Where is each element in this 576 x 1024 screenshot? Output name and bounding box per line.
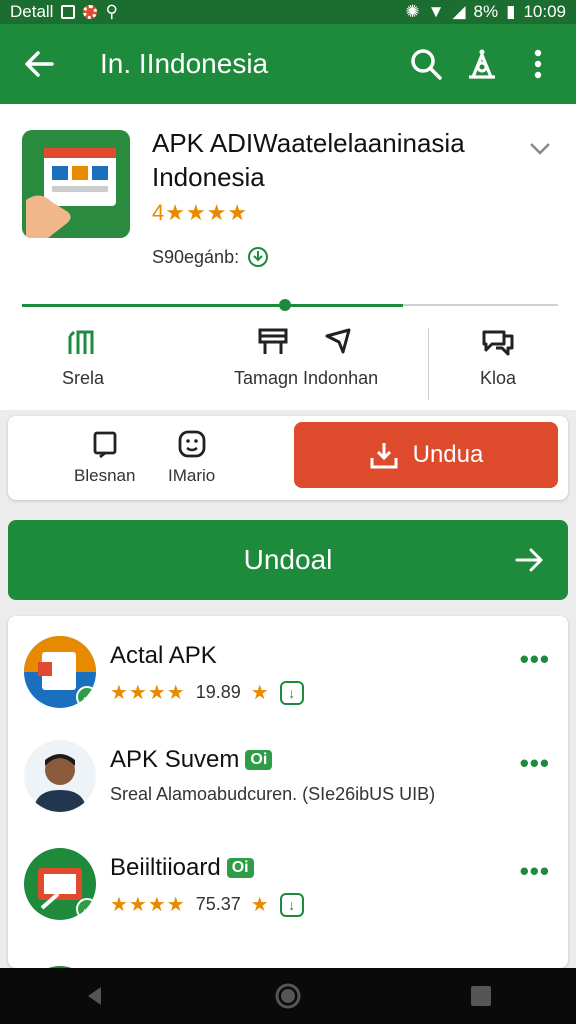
app-bar: In. IIndonesia: [0, 24, 576, 104]
signal-icon: ◢: [452, 2, 466, 21]
overflow-menu-button[interactable]: [514, 40, 562, 88]
list-item[interactable]: [8, 946, 568, 968]
half-star-icon: ★: [250, 894, 270, 916]
status-bar: Detall ⚲ ✺ ▼ ◢ 8% ▮ 10:09: [0, 0, 576, 24]
profile-icon: [178, 430, 206, 458]
wifi-icon: ▼: [427, 2, 445, 21]
list-item-score: 19.89: [195, 682, 241, 702]
download-icon[interactable]: ↓: [279, 680, 304, 705]
clock: 10:09: [523, 2, 566, 21]
back-nav-icon[interactable]: [83, 984, 107, 1008]
download-icon: [370, 443, 398, 469]
brightness-icon: ✺: [405, 2, 420, 21]
bookmark-label: Blesnan: [74, 466, 136, 485]
app-icon: [22, 130, 130, 238]
list-item[interactable]: ✓ Actal APK ★★★★ 19.89 ★ ↓ •••: [8, 616, 568, 716]
recents-nav-icon[interactable]: [469, 984, 493, 1008]
settings-notification-icon: [83, 5, 98, 19]
arrow-right-icon: [515, 548, 543, 572]
battery-level: 8%: [473, 2, 499, 21]
app-name: APK ADIWaatelelaaninasia Indonesia: [152, 128, 465, 192]
download-circle-icon: [248, 247, 269, 267]
list-item[interactable]: ✓ Beiiltiioard Oi ★★★★ 75.37 ★ ↓ •••: [8, 828, 568, 928]
search-icon: [411, 49, 442, 80]
list-item-name: Beiiltiioard: [110, 854, 221, 881]
primary-download-button[interactable]: Undoal: [8, 520, 568, 600]
list-item-badge: Oi: [226, 858, 254, 878]
verified-icon: ✓: [76, 898, 96, 920]
actions-card: Blesnan IMario Undua: [8, 416, 568, 500]
app-size: S90egánb:: [152, 246, 269, 268]
stat-downloads-label: Tamagn Indonhan: [234, 368, 379, 388]
list-item-title: Beiiltiioard Oi: [110, 854, 254, 882]
profile-label: IMario: [168, 466, 216, 485]
download-icon[interactable]: ↓: [279, 892, 304, 917]
more-options-icon[interactable]: •••: [520, 748, 550, 779]
app-details-card: APK ADIWaatelelaaninasia Indonesia 4★★★★…: [0, 104, 576, 410]
profile-button[interactable]: IMario: [168, 430, 215, 486]
more-vert-icon: [534, 49, 542, 79]
progress-fill: [22, 304, 403, 307]
stat-class[interactable]: Kloa: [480, 326, 516, 389]
flag-icon: [258, 328, 288, 354]
rating-stars: ★★★★: [165, 200, 249, 225]
stat-category-label: Srela: [62, 368, 105, 388]
list-item-name: APK Suvem: [110, 746, 240, 773]
back-arrow-icon: [25, 51, 54, 77]
bookmark-button[interactable]: Blesnan: [74, 430, 135, 486]
list-item-title: Actal APK: [110, 642, 217, 670]
app-avatar: ✓: [24, 848, 96, 920]
back-button[interactable]: [14, 39, 64, 89]
stat-class-label: Kloa: [480, 368, 517, 388]
stat-category[interactable]: Srela: [62, 326, 104, 389]
list-item-meta: ★★★★ 19.89 ★ ↓: [110, 680, 304, 705]
app-avatar: ✓: [24, 636, 96, 708]
system-nav-bar: [0, 968, 576, 1024]
category-icon: [68, 330, 94, 354]
carrier-label: Detall: [10, 2, 54, 21]
list-item[interactable]: APK Suvem Oi Sreal Alamoabudcuren. (SIe2…: [8, 720, 568, 820]
half-star-icon: ★: [250, 682, 270, 704]
rating-value: 4: [152, 200, 166, 225]
battery-icon: ▮: [506, 2, 516, 21]
chevron-down-icon[interactable]: [526, 134, 554, 162]
bookmark-icon: [93, 431, 117, 458]
download-label: Undua: [412, 441, 484, 468]
list-item-badge: Oi: [245, 750, 273, 770]
list-item-stars: ★★★★: [110, 894, 186, 916]
list-item-meta: Sreal Alamoabudcuren. (SIe26ibUS UIB): [110, 784, 435, 805]
download-button[interactable]: Undua: [294, 422, 558, 488]
stat-downloads[interactable]: Tamagn Indonhan: [234, 326, 378, 389]
more-options-icon[interactable]: •••: [520, 644, 550, 675]
app-rating: 4★★★★: [152, 200, 248, 226]
more-options-icon[interactable]: •••: [520, 856, 550, 887]
chat-icon: [482, 330, 514, 356]
home-nav-icon[interactable]: [274, 982, 302, 1010]
list-item-name: Actal APK: [110, 642, 217, 669]
progress-knob[interactable]: [278, 299, 291, 311]
download-progress-bar: [22, 299, 558, 311]
list-item-title: APK Suvem Oi: [110, 746, 273, 774]
link-icon: ⚲: [105, 2, 118, 21]
notification-icon: [61, 5, 76, 19]
share-button[interactable]: [458, 40, 506, 88]
verified-icon: ✓: [76, 686, 96, 708]
stats-row: Srela Tamagn Indonhan Kloa: [0, 326, 576, 406]
primary-button-label: Undoal: [243, 544, 333, 575]
stats-divider: [428, 328, 429, 400]
list-item-subtitle: Sreal Alamoabudcuren. (SIe26ibUS UIB): [110, 784, 436, 804]
user-avatar: [24, 740, 96, 812]
list-item-stars: ★★★★: [110, 682, 186, 704]
size-label: S90egánb:: [152, 246, 240, 267]
pin-icon: [325, 328, 351, 354]
search-button[interactable]: [402, 40, 450, 88]
page-title: In. IIndonesia: [100, 48, 269, 79]
list-item-score: 75.37: [195, 894, 241, 914]
share-icon: [469, 49, 495, 79]
related-apps-list: ✓ Actal APK ★★★★ 19.89 ★ ↓ ••• APK Suvem …: [8, 616, 568, 968]
list-item-meta: ★★★★ 75.37 ★ ↓: [110, 892, 304, 917]
